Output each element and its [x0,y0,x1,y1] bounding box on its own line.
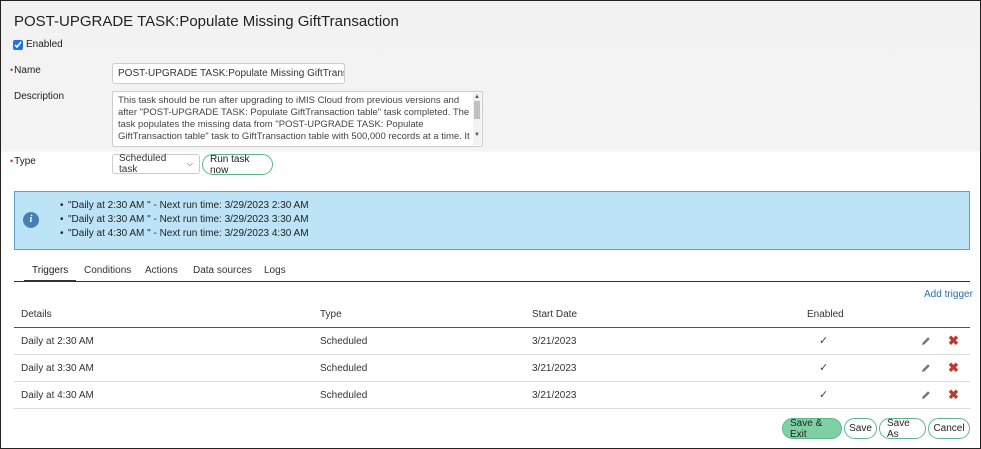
row-details: Daily at 4:30 AM [21,390,94,401]
scroll-down-icon[interactable]: ▼ [473,131,481,139]
table-row[interactable]: Daily at 3:30 AM Scheduled 3/21/2023 ✓ ✖ [14,355,970,382]
next-run-item: "Daily at 3:30 AM " - Next run time: 3/2… [60,213,309,227]
next-run-item: "Daily at 4:30 AM " - Next run time: 3/2… [60,227,309,241]
type-select-value: Scheduled task [119,153,167,175]
task-editor-window: POST-UPGRADE TASK:Populate Missing GiftT… [0,0,981,449]
row-type: Scheduled [320,390,368,401]
next-run-item: "Daily at 2:30 AM " - Next run time: 3/2… [60,199,309,213]
edit-pencil-icon[interactable] [920,362,932,374]
row-details: Daily at 2:30 AM [21,336,94,347]
column-header-start-date[interactable]: Start Date [532,309,577,320]
cancel-button[interactable]: Cancel [928,418,970,439]
tab-bar: Triggers Conditions Actions Data sources… [14,263,970,282]
delete-icon[interactable]: ✖ [948,361,960,375]
enabled-check-icon: ✓ [819,389,829,401]
delete-icon[interactable]: ✖ [948,388,960,402]
column-header-details[interactable]: Details [21,309,52,320]
run-task-now-button[interactable]: Run task now [202,154,273,176]
save-as-button[interactable]: Save As [879,418,926,440]
column-header-type[interactable]: Type [320,309,342,320]
enabled-checkbox[interactable] [13,39,23,50]
description-textarea[interactable]: This task should be run after upgrading … [112,91,483,147]
scroll-up-icon[interactable]: ▲ [473,93,481,101]
column-header-enabled[interactable]: Enabled [807,309,844,320]
enabled-label: Enabled [26,39,63,50]
row-start-date: 3/21/2023 [532,363,577,374]
row-type: Scheduled [320,336,368,347]
tab-data-sources[interactable]: Data sources [185,264,260,282]
row-start-date: 3/21/2023 [532,390,577,401]
tab-actions[interactable]: Actions [137,264,186,282]
table-row[interactable]: Daily at 2:30 AM Scheduled 3/21/2023 ✓ ✖ [14,328,970,355]
table-row[interactable]: Daily at 4:30 AM Scheduled 3/21/2023 ✓ ✖ [14,382,970,409]
scroll-thumb[interactable] [474,101,480,119]
description-label: Description [14,91,65,102]
next-run-info-panel: i "Daily at 2:30 AM " - Next run time: 3… [14,191,970,250]
delete-icon[interactable]: ✖ [948,334,960,348]
description-text: This task should be run after upgrading … [118,95,470,142]
type-label: •Type [10,156,36,167]
edit-pencil-icon[interactable] [920,389,932,401]
tab-conditions[interactable]: Conditions [76,264,139,282]
name-label: •Name [10,65,41,76]
chevron-down-icon: ⌵ [186,159,193,168]
row-details: Daily at 3:30 AM [21,363,94,374]
row-start-date: 3/21/2023 [532,336,577,347]
description-scrollbar[interactable]: ▲ ▼ [473,93,481,145]
type-select[interactable]: Scheduled task ⌵ [112,153,200,175]
next-run-list: "Daily at 2:30 AM " - Next run time: 3/2… [60,199,309,241]
add-trigger-link[interactable]: Add trigger [924,289,973,300]
tab-triggers[interactable]: Triggers [24,264,77,282]
name-input[interactable]: POST-UPGRADE TASK:Populate Missing GiftT… [112,63,345,84]
tab-logs[interactable]: Logs [256,264,294,282]
edit-pencil-icon[interactable] [920,335,932,347]
required-marker: • [10,65,14,75]
enabled-check-icon: ✓ [819,362,829,374]
info-icon: i [23,212,39,228]
page-title: POST-UPGRADE TASK:Populate Missing GiftT… [14,13,399,30]
save-button[interactable]: Save [844,418,877,439]
required-marker: • [10,156,14,166]
row-type: Scheduled [320,363,368,374]
enabled-checkbox-row[interactable]: Enabled [13,39,63,50]
enabled-check-icon: ✓ [819,335,829,347]
triggers-table-header: Details Type Start Date Enabled [14,301,970,328]
save-and-exit-button[interactable]: Save & Exit [782,418,842,440]
